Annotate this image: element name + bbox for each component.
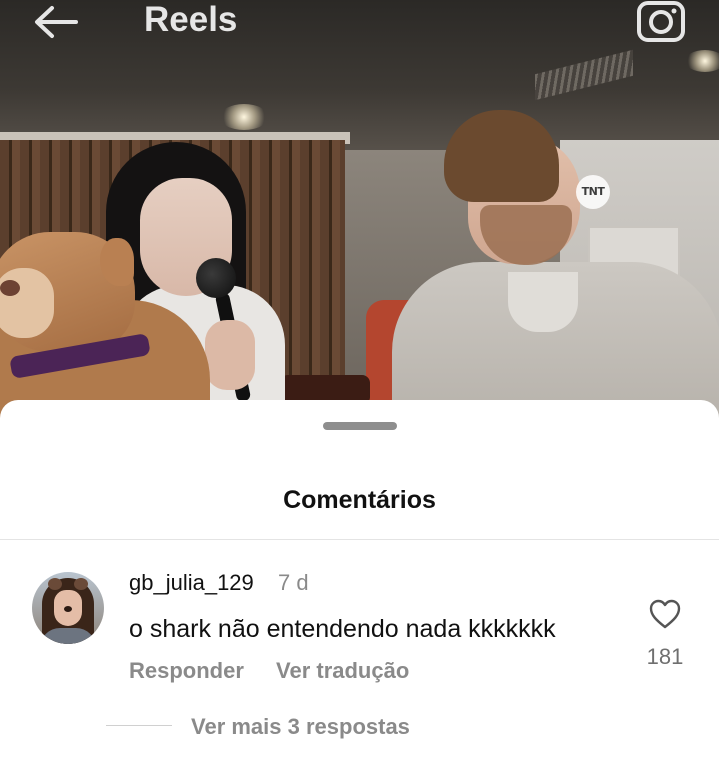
like-button[interactable]: [648, 598, 682, 630]
like-count: 181: [646, 644, 684, 669]
page-title: Reels: [144, 0, 238, 39]
heart-icon: [649, 599, 681, 629]
ceiling-light: [220, 104, 268, 130]
person-left-hand: [205, 320, 255, 390]
comment-item: gb_julia_129 7 d o shark não entendendo …: [0, 560, 719, 700]
back-button[interactable]: [28, 2, 84, 42]
dog-muzzle: [0, 268, 54, 338]
drag-handle[interactable]: [323, 422, 397, 430]
reel-video[interactable]: TNT: [0, 0, 719, 420]
ceiling-light: [685, 50, 719, 72]
sheet-title: Comentários: [283, 486, 436, 514]
view-more-replies-button[interactable]: Ver mais 3 respostas: [191, 714, 410, 740]
dog-ear: [100, 238, 134, 286]
camera-button[interactable]: [634, 0, 688, 44]
comment-time: 7 d: [278, 570, 309, 595]
arrow-left-icon: [35, 6, 78, 38]
microphone-head: [196, 258, 236, 298]
comments-sheet: Comentários gb_julia_129 7 d o shark não…: [0, 400, 719, 767]
person-right-collar: [508, 272, 578, 332]
dog-nose: [0, 280, 20, 296]
tnt-watermark: TNT: [576, 175, 610, 209]
comment-username[interactable]: gb_julia_129: [129, 570, 254, 596]
comment-text: o shark não entendendo nada kkkkkkk: [129, 615, 556, 643]
translate-button[interactable]: Ver tradução: [276, 658, 409, 684]
divider: [0, 539, 719, 540]
top-bar: Reels: [0, 0, 719, 46]
avatar[interactable]: [32, 572, 104, 644]
replies-line: [106, 725, 172, 726]
reply-button[interactable]: Responder: [129, 658, 244, 684]
camera-icon: [637, 1, 685, 42]
